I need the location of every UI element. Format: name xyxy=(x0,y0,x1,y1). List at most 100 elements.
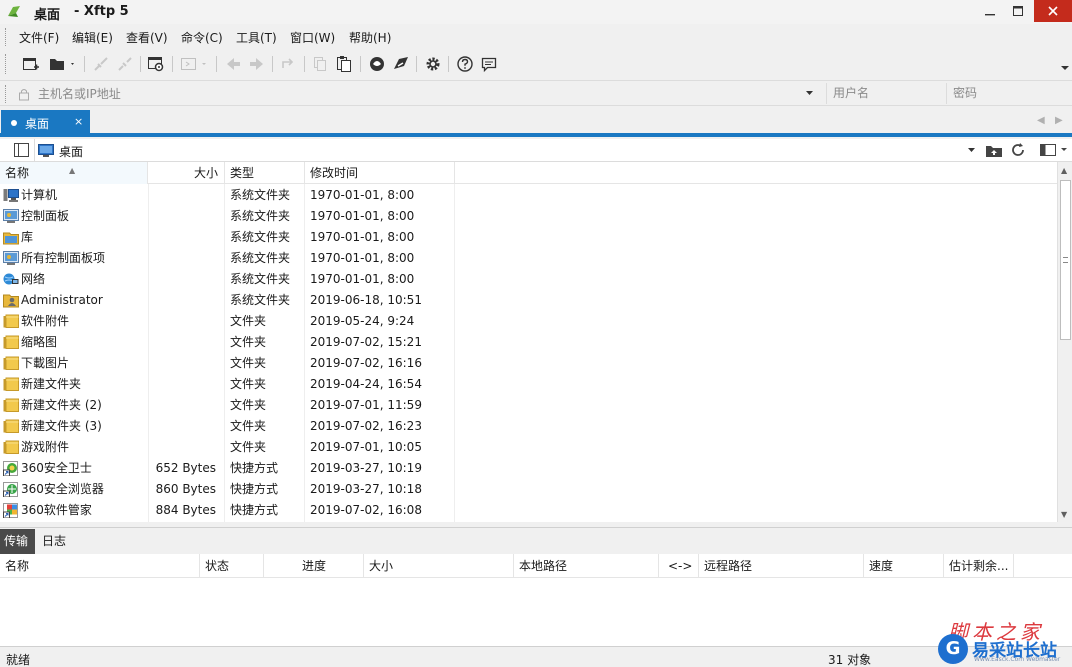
close-button[interactable] xyxy=(1034,0,1072,22)
connect-button[interactable] xyxy=(90,53,112,75)
file-size: 884 Bytes xyxy=(155,503,216,517)
file-modified: 2019-07-02, 15:21 xyxy=(310,335,422,349)
folder-open-icon xyxy=(50,59,74,70)
file-modified: 2019-03-27, 10:18 xyxy=(310,482,422,496)
table-row[interactable]: 软件附件 文件夹 2019-05-24, 9:24 xyxy=(0,311,1057,332)
xfer-column-eta[interactable]: 估计剩余... xyxy=(944,554,1014,578)
xfer-column-local-path[interactable]: 本地路径 xyxy=(514,554,659,578)
file-type: 文件夹 xyxy=(230,440,267,454)
path-input[interactable]: 桌面 xyxy=(59,143,83,160)
table-row[interactable]: 360安全浏览器 860 Bytes 快捷方式 2019-03-27, 10:18 xyxy=(0,479,1057,500)
menu-help[interactable]: 帮助(H) xyxy=(349,29,391,46)
scroll-down-icon[interactable]: ▼ xyxy=(1061,510,1067,519)
window-app-name: - Xftp 5 xyxy=(74,4,129,19)
column-modified[interactable]: 修改时间 xyxy=(305,162,455,184)
toolbar-overflow-icon[interactable] xyxy=(1061,64,1069,72)
column-name[interactable]: ▲ 名称 xyxy=(0,162,148,184)
copy-icon xyxy=(314,57,326,71)
file-modified: 2019-07-01, 11:59 xyxy=(310,398,422,412)
table-row[interactable]: 游戏附件 文件夹 2019-07-01, 10:05 xyxy=(0,437,1057,458)
maximize-button[interactable] xyxy=(1002,0,1034,22)
table-row[interactable]: 网络 系统文件夹 1970-01-01, 8:00 xyxy=(0,269,1057,290)
host-placeholder: 主机名或IP地址 xyxy=(38,87,121,101)
xshell-button[interactable] xyxy=(366,53,388,75)
xftp-logo-icon xyxy=(8,6,20,17)
back-button[interactable] xyxy=(222,53,244,75)
table-row[interactable]: 所有控制面板项 系统文件夹 1970-01-01, 8:00 xyxy=(0,248,1057,269)
menu-command[interactable]: 命令(C) xyxy=(181,29,223,46)
transfer-button[interactable] xyxy=(278,53,300,75)
options-button[interactable] xyxy=(422,53,444,75)
table-row[interactable]: 新建文件夹 文件夹 2019-04-24, 16:54 xyxy=(0,374,1057,395)
title-bar: 桌面 - Xftp 5 xyxy=(0,0,1072,24)
username-input[interactable]: 用户名 xyxy=(826,83,944,104)
refresh-button[interactable] xyxy=(1008,141,1028,159)
file-name: 缩略图 xyxy=(21,335,58,349)
tab-transfer[interactable]: 传输 xyxy=(0,529,35,554)
column-type[interactable]: 类型 xyxy=(225,162,305,184)
pane-toggle-icon[interactable] xyxy=(14,143,29,157)
menu-grip xyxy=(5,28,8,46)
file-size xyxy=(148,374,222,395)
password-input[interactable]: 密码 xyxy=(946,83,1072,104)
host-input[interactable]: 主机名或IP地址 xyxy=(14,83,822,104)
menu-file[interactable]: 文件(F) xyxy=(19,29,59,46)
file-size: 652 Bytes xyxy=(155,461,216,475)
table-row[interactable]: 360安全卫士 652 Bytes 快捷方式 2019-03-27, 10:19 xyxy=(0,458,1057,479)
table-row[interactable]: 360软件管家 884 Bytes 快捷方式 2019-07-02, 16:08 xyxy=(0,500,1057,521)
menu-tools[interactable]: 工具(T) xyxy=(236,29,277,46)
file-modified: 2019-07-02, 16:08 xyxy=(310,503,422,517)
xfer-column-remote-path[interactable]: 远程路径 xyxy=(699,554,864,578)
table-row[interactable]: 计算机 系统文件夹 1970-01-01, 8:00 xyxy=(0,185,1057,206)
file-size xyxy=(148,437,222,458)
tab-prev-icon[interactable]: ◀ xyxy=(1037,115,1045,126)
xfer-column-direction[interactable]: <-> xyxy=(659,554,699,578)
feedback-button[interactable] xyxy=(478,53,500,75)
address-bar: 主机名或IP地址 用户名 密码 xyxy=(0,80,1072,106)
tab-next-icon[interactable]: ▶ xyxy=(1055,115,1063,126)
table-row[interactable]: 新建文件夹 (3) 文件夹 2019-07-02, 16:23 xyxy=(0,416,1057,437)
transfer-arrow-icon xyxy=(282,58,294,68)
column-size[interactable]: 大小 xyxy=(148,162,225,184)
menu-edit[interactable]: 编辑(E) xyxy=(72,29,113,46)
tab-log[interactable]: 日志 xyxy=(42,529,66,554)
table-row[interactable]: 缩略图 文件夹 2019-07-02, 15:21 xyxy=(0,332,1057,353)
parent-folder-button[interactable] xyxy=(984,141,1004,159)
file-name: 新建文件夹 xyxy=(21,377,82,391)
xfer-column-speed[interactable]: 速度 xyxy=(864,554,944,578)
host-dropdown-icon[interactable] xyxy=(806,90,814,96)
copy-button[interactable] xyxy=(309,53,331,75)
table-row[interactable]: 下載图片 文件夹 2019-07-02, 16:16 xyxy=(0,353,1057,374)
session-properties-button[interactable] xyxy=(145,53,167,75)
view-mode-button[interactable] xyxy=(1037,141,1071,159)
file-name: 网络 xyxy=(21,272,46,286)
terminal-button[interactable] xyxy=(178,53,210,75)
paste-button[interactable] xyxy=(333,53,355,75)
xfer-column-status[interactable]: 状态 xyxy=(200,554,264,578)
table-row[interactable]: Administrator 系统文件夹 2019-06-18, 10:51 xyxy=(0,290,1057,311)
table-row[interactable]: 控制面板 系统文件夹 1970-01-01, 8:00 xyxy=(0,206,1057,227)
xfer-column-name[interactable]: 名称 xyxy=(0,554,200,578)
file-modified: 2019-04-24, 16:54 xyxy=(310,377,422,391)
xfer-column-progress[interactable]: 进度 xyxy=(264,554,364,578)
path-dropdown-icon[interactable] xyxy=(968,147,976,153)
file-list: ▲ 名称 大小 类型 修改时间 计算机 系统文件夹 1970-01-01, 8:00… xyxy=(0,162,1072,522)
xftp-button[interactable] xyxy=(390,53,412,75)
xfer-column-size[interactable]: 大小 xyxy=(364,554,514,578)
scrollbar-thumb[interactable] xyxy=(1060,180,1071,340)
file-name: 新建文件夹 (3) xyxy=(21,419,102,433)
tab-close-icon[interactable]: × xyxy=(74,115,83,128)
menu-window[interactable]: 窗口(W) xyxy=(290,29,335,46)
file-name: Administrator xyxy=(21,293,103,307)
help-button[interactable] xyxy=(454,53,476,75)
file-modified: 1970-01-01, 8:00 xyxy=(310,272,415,286)
table-row[interactable]: 新建文件夹 (2) 文件夹 2019-07-01, 11:59 xyxy=(0,395,1057,416)
table-row[interactable]: 库 系统文件夹 1970-01-01, 8:00 xyxy=(0,227,1057,248)
menu-view[interactable]: 查看(V) xyxy=(126,29,168,46)
open-session-button[interactable] xyxy=(46,53,78,75)
new-session-button[interactable] xyxy=(20,53,42,75)
file-list-scrollbar[interactable]: ▲ ▼ xyxy=(1057,162,1072,522)
scroll-up-icon[interactable]: ▲ xyxy=(1061,166,1067,175)
disconnect-button[interactable] xyxy=(114,53,136,75)
forward-button[interactable] xyxy=(246,53,268,75)
